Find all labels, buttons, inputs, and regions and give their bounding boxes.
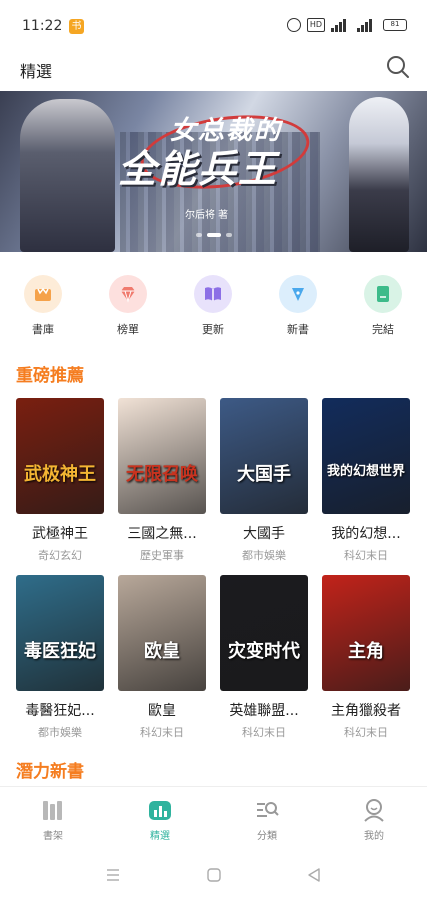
banner-dot[interactable] xyxy=(225,233,232,237)
notification-app-icon: 书 xyxy=(69,19,84,34)
category-row: 書庫 榜單 更新 新書 完結 xyxy=(0,275,427,337)
book-genre: 科幻末日 xyxy=(344,549,388,562)
category-label: 書庫 xyxy=(32,323,54,336)
book-genre: 科幻末日 xyxy=(242,726,286,739)
book-cover-title: 武极神王 xyxy=(24,464,96,485)
book-title[interactable]: 大國手 xyxy=(220,523,308,543)
signal-icon-2 xyxy=(357,18,377,32)
nav-label: 精選 xyxy=(150,831,170,842)
category-rankings[interactable]: 榜單 xyxy=(103,275,153,337)
book-title[interactable]: 英雄聯盟... xyxy=(220,700,308,720)
nav-label: 我的 xyxy=(364,831,384,842)
battery-icon: 81 xyxy=(383,19,407,31)
book-genre: 歷史軍事 xyxy=(140,549,184,562)
category-library[interactable]: 書庫 xyxy=(18,275,68,337)
category-updates[interactable]: 更新 xyxy=(188,275,238,337)
banner-hero-figure xyxy=(20,99,115,252)
library-icon xyxy=(24,275,62,313)
book-card[interactable]: 我的幻想世界我的幻想... 科幻末日 xyxy=(322,398,410,563)
banner-dot-active[interactable] xyxy=(206,233,221,237)
status-bar: 11:22 书 HD 81 xyxy=(0,0,427,54)
nav-featured[interactable]: 精選 xyxy=(130,797,190,842)
banner-dot[interactable] xyxy=(195,233,202,237)
book-card[interactable]: 毒医狂妃毒醫狂妃... 都市娛樂 xyxy=(16,575,104,740)
category-new-books[interactable]: 新書 xyxy=(273,275,323,337)
book-cover[interactable]: 大国手 xyxy=(220,398,308,514)
banner-pagination xyxy=(0,233,427,237)
book-genre: 都市娛樂 xyxy=(38,726,82,739)
banner-title-main: 全能兵王 xyxy=(118,147,279,191)
profile-icon xyxy=(364,799,384,822)
diamond-icon xyxy=(109,275,147,313)
book-card[interactable]: 武极神王武極神王奇幻玄幻 xyxy=(16,398,104,563)
menu-icon[interactable] xyxy=(105,867,121,883)
banner-subtitle: 尔后将 著 xyxy=(185,210,229,221)
alarm-icon xyxy=(286,18,301,32)
book-cover-title: 大国手 xyxy=(237,464,291,485)
bookshelf-icon xyxy=(43,801,62,820)
book-genre: 都市娛樂 xyxy=(242,549,286,562)
open-book-icon xyxy=(194,275,232,313)
nav-profile[interactable]: 我的 xyxy=(344,797,404,842)
book-card[interactable]: 主角主角獵殺者科幻末日 xyxy=(322,575,410,740)
book-cover-title: 欧皇 xyxy=(144,641,180,662)
book-cover[interactable]: 灾变时代 xyxy=(220,575,308,691)
book-title[interactable]: 毒醫狂妃... xyxy=(16,700,104,720)
pen-nib-icon xyxy=(279,275,317,313)
book-card[interactable]: 大国手大國手都市娛樂 xyxy=(220,398,308,563)
featured-icon xyxy=(149,801,171,820)
book-cover[interactable]: 我的幻想世界 xyxy=(322,398,410,514)
book-cover-title: 我的幻想世界 xyxy=(326,464,405,479)
category-completed[interactable]: 完結 xyxy=(358,275,408,337)
book-card[interactable]: 无限召唤三國之無... 歷史軍事 xyxy=(118,398,206,563)
book-card[interactable]: 灾变时代英雄聯盟... 科幻末日 xyxy=(220,575,308,740)
back-icon[interactable] xyxy=(306,867,322,883)
home-icon[interactable] xyxy=(206,867,222,883)
category-label: 榜單 xyxy=(117,323,139,336)
section-title-featured: 重磅推薦 xyxy=(16,366,84,386)
book-cover[interactable]: 武极神王 xyxy=(16,398,104,514)
book-title[interactable]: 武極神王 xyxy=(16,523,104,543)
section-title-potential: 潛力新書 xyxy=(16,762,84,782)
book-title[interactable]: 三國之無... xyxy=(118,523,206,543)
category-search-icon xyxy=(257,802,279,817)
book-card[interactable]: 欧皇 歐皇 科幻末日 xyxy=(118,575,206,740)
header: 精選 xyxy=(0,54,427,90)
nav-category[interactable]: 分類 xyxy=(237,797,297,842)
signal-icon xyxy=(331,18,351,32)
book-cover[interactable]: 无限召唤 xyxy=(118,398,206,514)
page-title: 精選 xyxy=(20,62,53,81)
book-cover[interactable]: 毒医狂妃 xyxy=(16,575,104,691)
category-label: 完結 xyxy=(372,323,394,336)
nav-label: 分類 xyxy=(257,831,277,842)
system-nav-bar xyxy=(0,850,427,900)
book-cover-title: 毒医狂妃 xyxy=(24,641,96,662)
search-icon xyxy=(387,56,409,78)
book-cover-title: 无限召唤 xyxy=(126,464,198,485)
hd-icon: HD xyxy=(306,18,325,32)
book-cover-title: 主角 xyxy=(348,641,384,662)
book-title[interactable]: 歐皇 xyxy=(118,700,206,720)
category-label: 新書 xyxy=(287,323,309,336)
nav-bookshelf[interactable]: 書架 xyxy=(23,797,83,842)
book-genre: 奇幻玄幻 xyxy=(38,549,82,562)
book-cover[interactable]: 主角 xyxy=(322,575,410,691)
book-genre: 科幻末日 xyxy=(344,726,388,739)
category-label: 更新 xyxy=(202,323,224,336)
book-title[interactable]: 主角獵殺者 xyxy=(322,700,410,720)
book-cover-title: 灾变时代 xyxy=(228,641,300,662)
book-cover[interactable]: 欧皇 xyxy=(118,575,206,691)
nav-label: 書架 xyxy=(43,831,63,842)
completed-book-icon xyxy=(364,275,402,313)
banner-heroine-figure xyxy=(349,97,409,252)
status-indicators: HD 81 xyxy=(286,18,407,32)
book-title[interactable]: 我的幻想... xyxy=(322,523,410,543)
status-time: 11:22 xyxy=(22,18,63,34)
book-genre: 科幻末日 xyxy=(140,726,184,739)
bottom-nav: 書架 精選 分類 我的 xyxy=(0,786,427,850)
search-button[interactable] xyxy=(385,54,411,80)
